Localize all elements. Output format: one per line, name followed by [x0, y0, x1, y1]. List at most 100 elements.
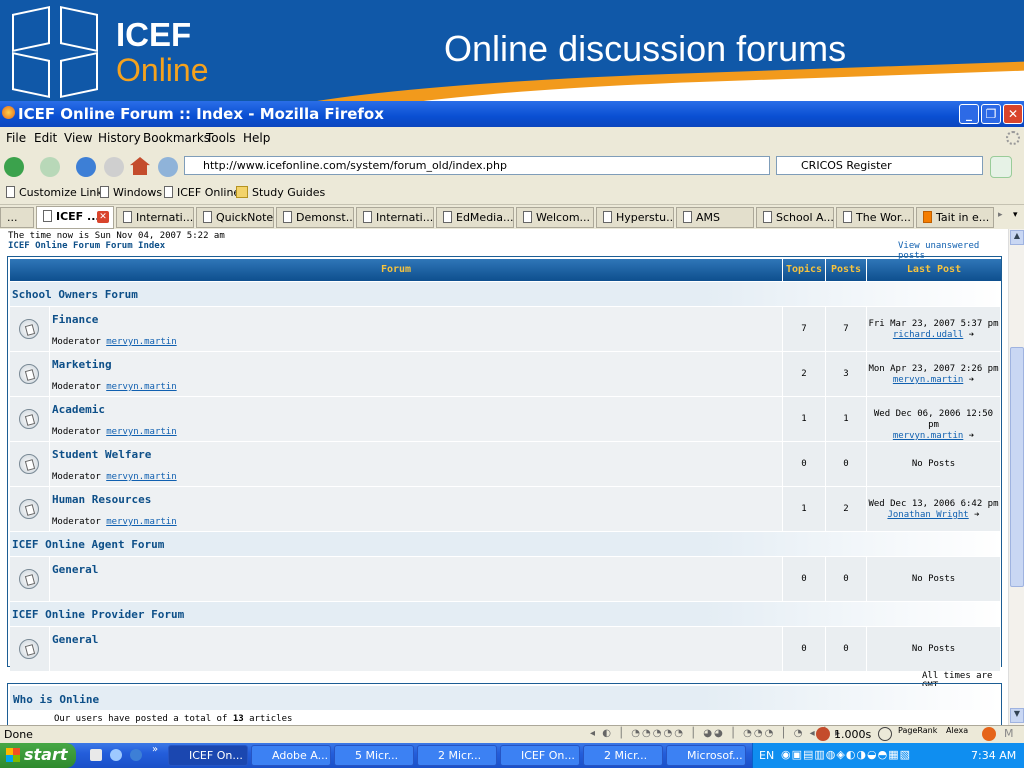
window-titlebar[interactable]: ICEF Online Forum :: Index - Mozilla Fir…	[0, 101, 1024, 127]
tab-label: Internati...	[376, 211, 434, 224]
last-post-user-link[interactable]: Jonathan Wright	[887, 510, 968, 520]
forum-row[interactable]: Finance Moderator mervyn.martin 7 7 Fri …	[10, 307, 1001, 351]
close-tab-icon[interactable]: ✕	[97, 211, 109, 223]
forum-name[interactable]: Human Resources	[52, 493, 151, 506]
page-icon	[443, 211, 452, 223]
bookmark-icef-online[interactable]: ICEF Online	[164, 186, 240, 199]
reload-icon[interactable]	[76, 157, 96, 177]
moderator-link[interactable]: mervyn.martin	[106, 517, 176, 527]
alexa-label[interactable]: Alexa	[946, 726, 968, 735]
minimize-button[interactable]: _	[959, 104, 979, 124]
back-icon[interactable]	[4, 157, 24, 177]
moderator-link[interactable]: mervyn.martin	[106, 427, 176, 437]
scrollbar-thumb[interactable]	[1010, 347, 1024, 587]
menu-view[interactable]: View	[64, 131, 92, 145]
task-5-microsoft[interactable]: 5 Micr...	[334, 745, 414, 766]
scroll-down-icon[interactable]: ▼	[1010, 708, 1024, 723]
bookmark-windows[interactable]: Windows	[100, 186, 162, 199]
clock[interactable]: 7:34 AM	[971, 749, 1016, 762]
last-post-date: Mon Apr 23, 2007 2:26 pm	[868, 364, 999, 374]
tab-welcom[interactable]: Welcom...	[516, 207, 594, 228]
task-2-microsoft[interactable]: 2 Micr...	[417, 745, 497, 766]
quicklaunch-media-icon[interactable]	[110, 749, 122, 761]
last-post-user-link[interactable]: mervyn.martin	[893, 431, 963, 441]
quicklaunch-more-icon[interactable]: »	[152, 744, 158, 755]
tab-tait[interactable]: Tait in e...	[916, 207, 994, 228]
tab-scroll-right-icon[interactable]: ▸	[998, 210, 1003, 220]
forum-row[interactable]: Marketing Moderator mervyn.martin 2 3 Mo…	[10, 352, 1001, 396]
forum-name[interactable]: Academic	[52, 403, 105, 416]
forward-icon[interactable]	[40, 157, 60, 177]
start-button[interactable]: start	[0, 743, 76, 768]
forum-folder-icon	[19, 319, 39, 339]
tab-internati-1[interactable]: Internati...	[116, 207, 194, 228]
tab-the-wor[interactable]: The Wor...	[836, 207, 914, 228]
task-microsoft-excel[interactable]: Microsof...	[666, 745, 746, 766]
tab-internati-2[interactable]: Internati...	[356, 207, 434, 228]
pagerank-label[interactable]: PageRank	[898, 726, 937, 735]
menu-edit[interactable]: Edit	[34, 131, 57, 145]
tab-icef-active[interactable]: ICEF ... ✕	[36, 206, 114, 229]
forum-row[interactable]: Human Resources Moderator mervyn.martin …	[10, 487, 1001, 531]
forum-index-link[interactable]: ICEF Online Forum Forum Index	[8, 241, 165, 251]
forum-name[interactable]: Finance	[52, 313, 98, 326]
home-icon[interactable]	[130, 157, 150, 175]
last-post-user-link[interactable]: richard.udall	[893, 330, 963, 340]
go-to-post-icon[interactable]: ➔	[974, 510, 979, 520]
moderator-link[interactable]: mervyn.martin	[106, 337, 176, 347]
stop-icon[interactable]	[104, 157, 124, 177]
vertical-scrollbar[interactable]: ▲ ▼	[1008, 229, 1024, 725]
tray-icons[interactable]: ◉▣▤▥◍◈◐◑◒◓▦▧	[781, 748, 911, 761]
task-firefox-icef[interactable]: ICEF On...	[168, 745, 248, 766]
url-input[interactable]: http://www.icefonline.com/system/forum_o…	[184, 156, 770, 175]
quicklaunch-ie-icon[interactable]	[130, 749, 142, 761]
forum-row[interactable]: General 0 0 No Posts	[10, 557, 1001, 601]
tab-school-a[interactable]: School A...	[756, 207, 834, 228]
firefox-status-icon[interactable]	[982, 727, 996, 741]
tab-hyperstu[interactable]: Hyperstu...	[596, 207, 674, 228]
status-toolbar-icons[interactable]: ◂ ◐ │ ◔◔◔◔◔ │ ◕◕ │ ◔◔◔ │ ◔ ◂ │ ▸	[590, 728, 842, 739]
maximize-button[interactable]: ❐	[981, 104, 1001, 124]
quicklaunch-outlook-icon[interactable]	[90, 749, 102, 761]
tab-quicknote[interactable]: QuickNote	[196, 207, 274, 228]
menu-bookmarks[interactable]: Bookmarks	[143, 131, 210, 145]
go-to-post-icon[interactable]: ➔	[969, 330, 974, 340]
moderator-link[interactable]: mervyn.martin	[106, 472, 176, 482]
task-adobe[interactable]: Adobe A...	[251, 745, 331, 766]
forum-name[interactable]: General	[52, 633, 98, 646]
forum-row[interactable]: Academic Moderator mervyn.martin 1 1 Wed…	[10, 397, 1001, 441]
tab-list-icon[interactable]: ▾	[1013, 210, 1018, 220]
menu-tools[interactable]: Tools	[206, 131, 236, 145]
forum-name[interactable]: General	[52, 563, 98, 576]
forum-row[interactable]: Student Welfare Moderator mervyn.martin …	[10, 442, 1001, 486]
scroll-up-icon[interactable]: ▲	[1010, 230, 1024, 245]
tab-demonst[interactable]: Demonst...	[276, 207, 354, 228]
menu-history[interactable]: History	[98, 131, 141, 145]
tab-edmedia[interactable]: EdMedia...	[436, 207, 514, 228]
go-to-post-icon[interactable]: ➔	[969, 431, 974, 441]
skype-icon[interactable]	[990, 156, 1012, 178]
menu-file[interactable]: File	[6, 131, 26, 145]
mail-icon[interactable]	[158, 157, 178, 177]
tab-ams[interactable]: AMS	[676, 207, 754, 228]
forum-name[interactable]: Marketing	[52, 358, 112, 371]
close-button[interactable]: ✕	[1003, 104, 1023, 124]
bookmark-customize-links[interactable]: Customize Links	[6, 186, 109, 199]
moderator-link[interactable]: mervyn.martin	[106, 382, 176, 392]
bookmark-study-guides[interactable]: Study Guides	[236, 186, 325, 199]
go-to-post-icon[interactable]: ➔	[969, 375, 974, 385]
forum-name[interactable]: Student Welfare	[52, 448, 151, 461]
category-provider-forum[interactable]: ICEF Online Provider Forum	[10, 602, 1001, 626]
language-indicator[interactable]: EN	[759, 749, 774, 762]
tab-scroll-left[interactable]: ...	[0, 207, 34, 228]
task-icef-online[interactable]: ICEF On...	[500, 745, 580, 766]
search-input[interactable]: CRICOS Register	[776, 156, 983, 175]
forum-row[interactable]: General 0 0 No Posts	[10, 627, 1001, 671]
task-2-microsoft-b[interactable]: 2 Micr...	[583, 745, 663, 766]
category-agent-forum[interactable]: ICEF Online Agent Forum	[10, 532, 1001, 556]
last-post-user-link[interactable]: mervyn.martin	[893, 375, 963, 385]
who-is-online-title[interactable]: Who is Online	[10, 686, 999, 710]
gmail-icon[interactable]: M	[1004, 727, 1014, 740]
category-school-owners[interactable]: School Owners Forum	[10, 282, 1001, 306]
menu-help[interactable]: Help	[243, 131, 270, 145]
